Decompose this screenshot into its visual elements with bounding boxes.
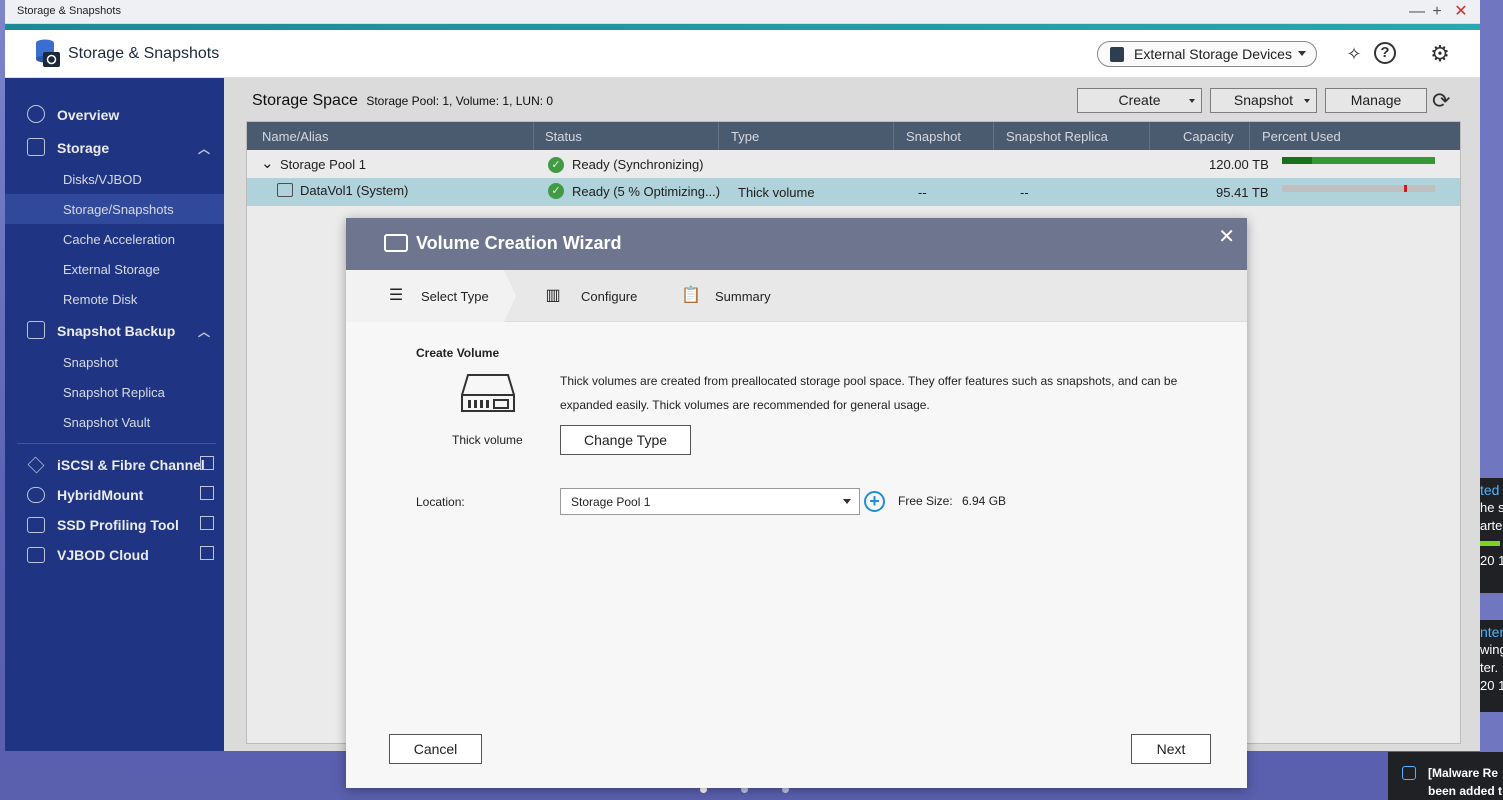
storage-app-logo-icon [36,39,60,67]
thick-volume-icon [461,374,515,412]
usb-drive-icon [1110,47,1124,62]
step-label: Configure [581,289,638,304]
background-notification-1[interactable]: ted he se artec 20 1 [1480,478,1503,593]
location-value: Storage Pool 1 [571,495,651,509]
clean-icon[interactable]: ✧ [1342,42,1366,66]
app-title: Storage & Snapshots [68,45,220,62]
step-configure[interactable]: ▥ Configure [541,270,637,322]
window-titlebar[interactable]: Storage & Snapshots — + ✕ [5,0,1480,24]
next-button[interactable]: Next [1131,734,1211,764]
background-notification-2[interactable]: nter wing ter. 20 1 [1480,620,1503,712]
notif-line: 20 1 [1480,678,1503,693]
help-icon[interactable]: ? [1374,42,1396,64]
volume-description: Thick volumes are created from prealloca… [560,374,1178,412]
notif-line: nter [1480,624,1503,640]
step-summary[interactable]: 📋 Summary [679,270,771,322]
wizard-steps: ☰ Select Type ▥ Configure 📋 Summary [346,270,1247,322]
step-label: Select Type [421,289,489,304]
step-arrow [504,270,516,322]
notif-line: he se [1480,500,1503,515]
malware-notification[interactable]: [Malware Re been added t [1388,752,1503,800]
change-type-button[interactable]: Change Type [560,425,691,455]
minimize-button[interactable]: — [1407,1,1427,23]
dialog-title: Volume Creation Wizard [416,233,622,253]
free-size-value: 6.94 GB [962,494,1007,508]
location-select[interactable]: Storage Pool 1 [560,488,860,515]
free-size-label: Free Size: [898,494,953,508]
cancel-button[interactable]: Cancel [389,734,482,764]
notif-line: 20 1 [1480,553,1503,568]
external-storage-devices-dropdown[interactable]: External Storage Devices [1097,41,1317,67]
location-label: Location: [416,495,465,509]
list-icon: ☰ [388,287,404,304]
add-pool-icon[interactable]: + [864,491,885,512]
notif-line: ted [1480,482,1500,498]
notif-line: been added t [1428,784,1503,798]
close-icon[interactable]: ✕ [1218,224,1235,249]
notif-line: wing [1480,642,1503,657]
volume-type-label: Thick volume [452,433,523,447]
window-title: Storage & Snapshots [17,5,121,17]
notification-icon [1402,766,1416,780]
external-devices-label: External Storage Devices [1134,46,1292,62]
chevron-down-icon [843,499,851,504]
create-volume-heading: Create Volume [416,346,500,360]
close-window-button[interactable]: ✕ [1451,1,1471,23]
clipboard-icon: 📋 [681,287,701,304]
maximize-button[interactable]: + [1427,1,1447,23]
volume-creation-wizard: Volume Creation Wizard ✕ ☰ Select Type ▥… [346,218,1247,788]
settings-icon[interactable]: ⚙ [1428,42,1452,66]
app-header: Storage & Snapshots External Storage Dev… [5,30,1480,78]
configure-icon: ▥ [545,287,561,304]
volume-icon [384,234,408,252]
notif-progress [1480,541,1500,546]
notif-line: [Malware Re [1428,766,1499,780]
chevron-down-icon [1298,51,1306,56]
notif-line: artec [1480,518,1503,533]
notif-line: ter. [1480,660,1499,675]
step-label: Summary [715,289,771,304]
dialog-header: Volume Creation Wizard ✕ [346,218,1247,270]
step-select-type[interactable]: ☰ Select Type [346,270,504,322]
